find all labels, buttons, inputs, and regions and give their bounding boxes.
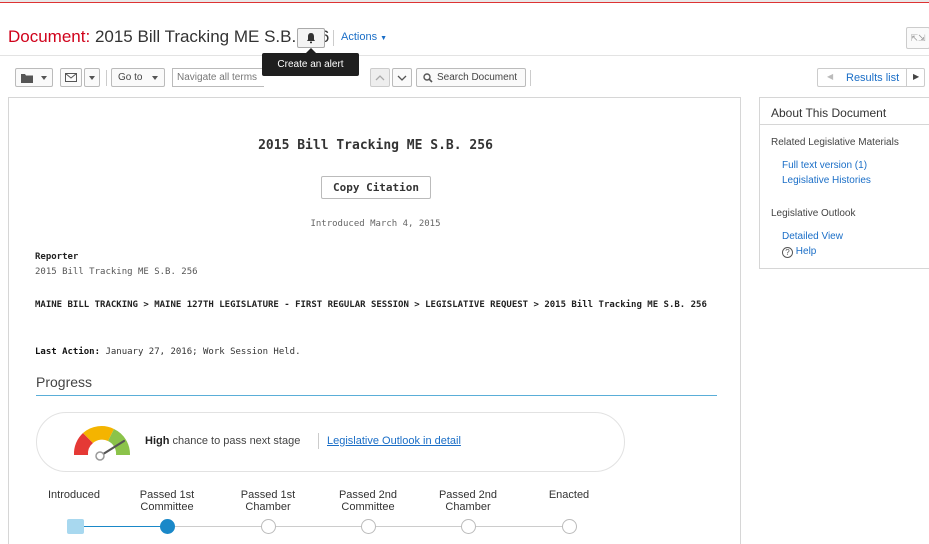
stage-label-passed-2nd-chamber: Passed 2nd Chamber xyxy=(428,489,508,513)
about-document-panel: About This Document Related Legislative … xyxy=(759,97,929,269)
introduced-date: Introduced March 4, 2015 xyxy=(310,219,441,229)
email-button[interactable] xyxy=(60,68,82,87)
help-label: Help xyxy=(795,246,817,257)
search-document-button[interactable]: Search Document xyxy=(416,68,526,87)
envelope-icon xyxy=(65,73,77,82)
stage-label-line2: Committee xyxy=(140,501,194,513)
stage-label-line1: Passed 2nd xyxy=(338,489,398,501)
toolbar-divider xyxy=(106,70,107,86)
goto-caret-icon xyxy=(152,76,158,80)
legislative-outlook-heading: Legislative Outlook xyxy=(771,208,856,219)
previous-term-button[interactable] xyxy=(370,68,390,87)
document-label: Document: xyxy=(8,27,91,46)
last-action-label: Last Action: xyxy=(35,347,101,357)
stage-label-line2: Chamber xyxy=(445,501,491,513)
pass-chance-text: High chance to pass next stage xyxy=(145,435,300,447)
next-term-button[interactable] xyxy=(392,68,412,87)
goto-label: Go to xyxy=(118,72,143,83)
pass-chance-description: chance to pass next stage xyxy=(172,435,301,447)
folder-icon xyxy=(21,74,33,83)
help-link[interactable]: ? Help xyxy=(782,246,816,258)
expand-icon: ⇱⇲ xyxy=(910,33,926,43)
navigate-terms-input[interactable]: Navigate all terms xyxy=(172,68,264,87)
bell-icon xyxy=(307,33,315,44)
chevron-up-icon xyxy=(375,75,385,81)
document-body: 2015 Bill Tracking ME S.B. 256 Copy Cita… xyxy=(8,97,741,544)
pass-chance-level: High xyxy=(145,435,170,447)
stage-label-passed-2nd-committee: Passed 2nd Committee xyxy=(328,489,408,513)
gauge-icon xyxy=(73,426,131,461)
reporter-value: 2015 Bill Tracking ME S.B. 256 xyxy=(35,267,198,277)
chevron-down-icon xyxy=(397,75,407,81)
stage-node-current xyxy=(160,519,175,534)
stage-node-introduced xyxy=(67,519,84,534)
stage-node-pending xyxy=(562,519,577,534)
outlook-detail-link[interactable]: Legislative Outlook in detail xyxy=(327,435,461,447)
stage-label-line1: Passed 2nd xyxy=(438,489,498,501)
stage-label-line1: Passed 1st xyxy=(240,489,296,501)
stage-node-pending xyxy=(361,519,376,534)
results-list-nav[interactable]: ◀ Results list ▶ xyxy=(817,68,925,87)
stage-label-passed-1st-committee: Passed 1st Committee xyxy=(127,489,207,513)
last-action-value: January 27, 2016; Work Session Held. xyxy=(105,347,301,357)
stage-label-line2: Chamber xyxy=(245,501,291,513)
top-accent-line xyxy=(0,0,929,3)
help-icon: ? xyxy=(782,247,793,258)
copy-citation-button[interactable]: Copy Citation xyxy=(321,176,431,199)
full-text-version-link[interactable]: Full text version (1) xyxy=(782,160,867,171)
toolbar-divider xyxy=(530,70,531,86)
search-icon xyxy=(423,73,433,83)
stage-node-pending xyxy=(461,519,476,534)
reporter-heading: Reporter xyxy=(35,252,79,262)
stage-label-line2: Committee xyxy=(341,501,395,513)
last-action: Last Action: January 27, 2016; Work Sess… xyxy=(35,347,301,357)
stage-label-passed-1st-chamber: Passed 1st Chamber xyxy=(228,489,308,513)
document-title: Document: 2015 Bill Tracking ME S.B. 256 xyxy=(8,27,329,47)
search-document-label: Search Document xyxy=(437,72,518,83)
create-alert-tooltip: Create an alert xyxy=(262,48,359,76)
about-document-title: About This Document xyxy=(760,98,929,125)
fullscreen-button[interactable]: ⇱⇲ xyxy=(906,27,929,49)
stage-label-enacted: Enacted xyxy=(529,489,609,501)
outlook-divider xyxy=(318,433,319,449)
bill-title: 2015 Bill Tracking ME S.B. 256 xyxy=(258,138,493,153)
header-divider xyxy=(333,30,334,46)
detailed-view-link[interactable]: Detailed View xyxy=(782,231,843,242)
outlook-summary: High chance to pass next stage Legislati… xyxy=(36,412,625,472)
email-dropdown-button[interactable] xyxy=(84,68,100,87)
folder-caret-icon xyxy=(41,76,47,80)
folder-menu-button[interactable] xyxy=(15,68,53,87)
document-path: MAINE BILL TRACKING > MAINE 127TH LEGISL… xyxy=(35,300,707,310)
progress-heading: Progress xyxy=(36,374,93,390)
legislative-histories-link[interactable]: Legislative Histories xyxy=(782,175,871,186)
stage-label-line1: Passed 1st xyxy=(139,489,195,501)
stage-node-pending xyxy=(261,519,276,534)
related-materials-heading: Related Legislative Materials xyxy=(771,137,899,148)
results-divider xyxy=(906,69,907,86)
stage-label-line1: Enacted xyxy=(548,489,590,501)
document-header: Document: 2015 Bill Tracking ME S.B. 256… xyxy=(0,10,929,56)
results-next-icon[interactable]: ▶ xyxy=(913,72,919,81)
results-prev-icon: ◀ xyxy=(827,72,834,81)
document-toolbar: Go to Navigate all terms Search Document… xyxy=(0,66,929,92)
progress-divider xyxy=(36,395,717,396)
progress-track-completed xyxy=(75,526,167,527)
actions-label: Actions xyxy=(341,31,378,43)
stage-label-introduced: Introduced xyxy=(34,489,114,501)
goto-dropdown[interactable]: Go to xyxy=(111,68,165,87)
stage-label-line1: Introduced xyxy=(48,489,100,501)
actions-menu[interactable]: Actions ▼ xyxy=(341,31,387,43)
create-alert-button[interactable] xyxy=(297,28,325,48)
email-caret-icon xyxy=(89,76,95,80)
results-list-label[interactable]: Results list xyxy=(846,72,899,84)
actions-caret-icon: ▼ xyxy=(380,35,388,42)
document-name: 2015 Bill Tracking ME S.B. 256 xyxy=(94,27,330,46)
